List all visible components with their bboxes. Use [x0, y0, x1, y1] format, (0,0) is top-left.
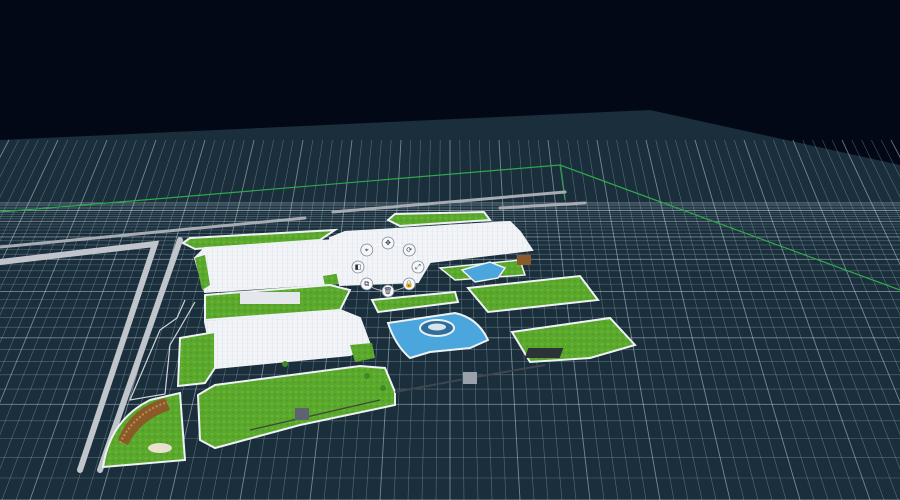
building-footprint — [240, 292, 300, 304]
lawn-west-middle[interactable] — [176, 330, 216, 388]
seating-area — [148, 443, 172, 453]
pin-icon: ⌖ — [365, 246, 369, 254]
site-plan-scene[interactable]: ✥ ⟳ ⤢ 🔒 🗑 ⧉ ◧ ⌖ — [0, 0, 900, 500]
move-icon: ✥ — [385, 239, 391, 247]
layers-tool-button[interactable]: ◧ — [351, 260, 365, 274]
pavilion — [517, 255, 531, 265]
move-tool-button[interactable]: ✥ — [381, 236, 395, 250]
scale-icon: ⤢ — [415, 263, 421, 271]
delete-icon: 🗑 — [384, 286, 393, 295]
copy-icon: ⧉ — [364, 280, 369, 288]
shed — [295, 408, 309, 420]
rotate-tool-button[interactable]: ⟳ — [402, 243, 416, 257]
3d-viewport[interactable]: ✥ ⟳ ⤢ 🔒 🗑 ⧉ ◧ ⌖ — [0, 0, 900, 500]
parking-pad — [524, 348, 564, 358]
copy-tool-button[interactable]: ⧉ — [360, 277, 374, 291]
pin-tool-button[interactable]: ⌖ — [360, 243, 374, 257]
lock-icon: 🔒 — [405, 280, 414, 288]
delete-tool-button[interactable]: 🗑 — [381, 284, 395, 298]
scale-tool-button[interactable]: ⤢ — [411, 260, 425, 274]
rotate-icon: ⟳ — [406, 246, 412, 254]
gatehouse — [463, 372, 477, 384]
lock-tool-button[interactable]: 🔒 — [402, 277, 416, 291]
layers-icon: ◧ — [355, 263, 362, 271]
